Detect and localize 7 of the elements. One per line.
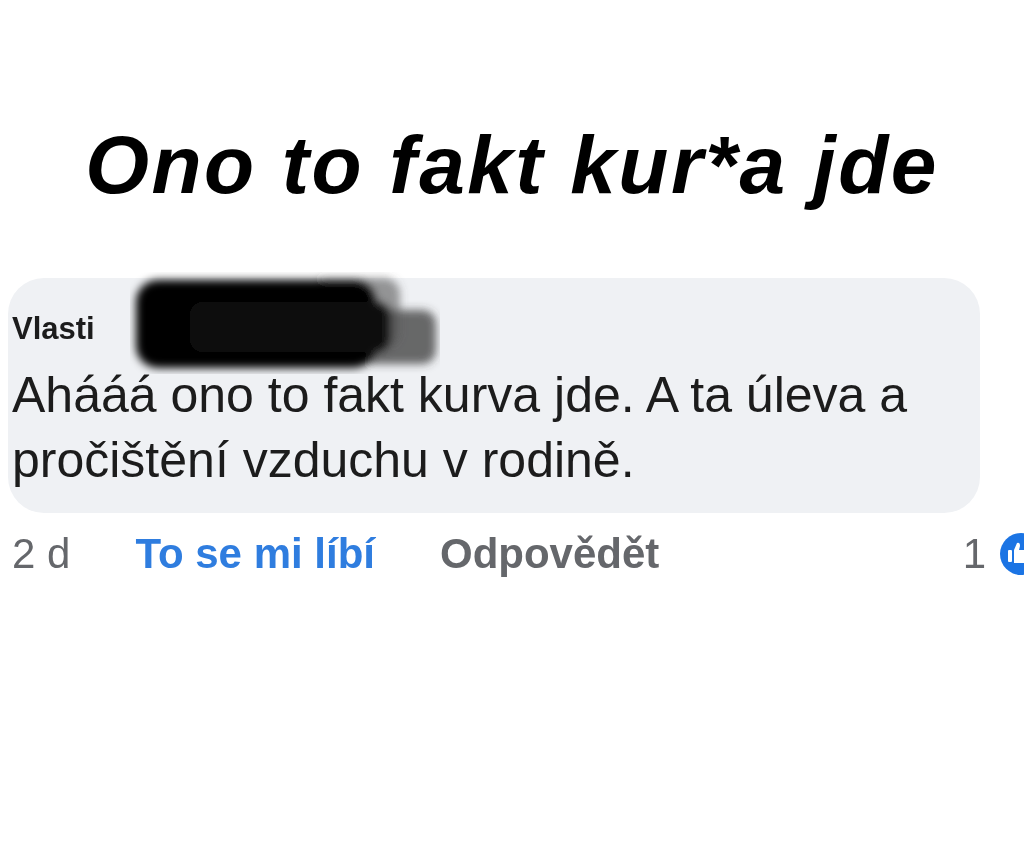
headline: Ono to fakt kur*a jde: [85, 122, 939, 209]
reaction-count: 1: [962, 531, 986, 578]
comment-time: 2 d: [12, 531, 71, 578]
reply-button[interactable]: Odpovědět: [440, 531, 660, 578]
comment-author[interactable]: Vlasti: [12, 311, 95, 348]
like-button[interactable]: To se mi líbí: [135, 531, 375, 578]
comment-text: Ahááá ono to fakt kurva jde. A ta úleva a pročištění vzduchu v rodině.: [12, 366, 909, 491]
